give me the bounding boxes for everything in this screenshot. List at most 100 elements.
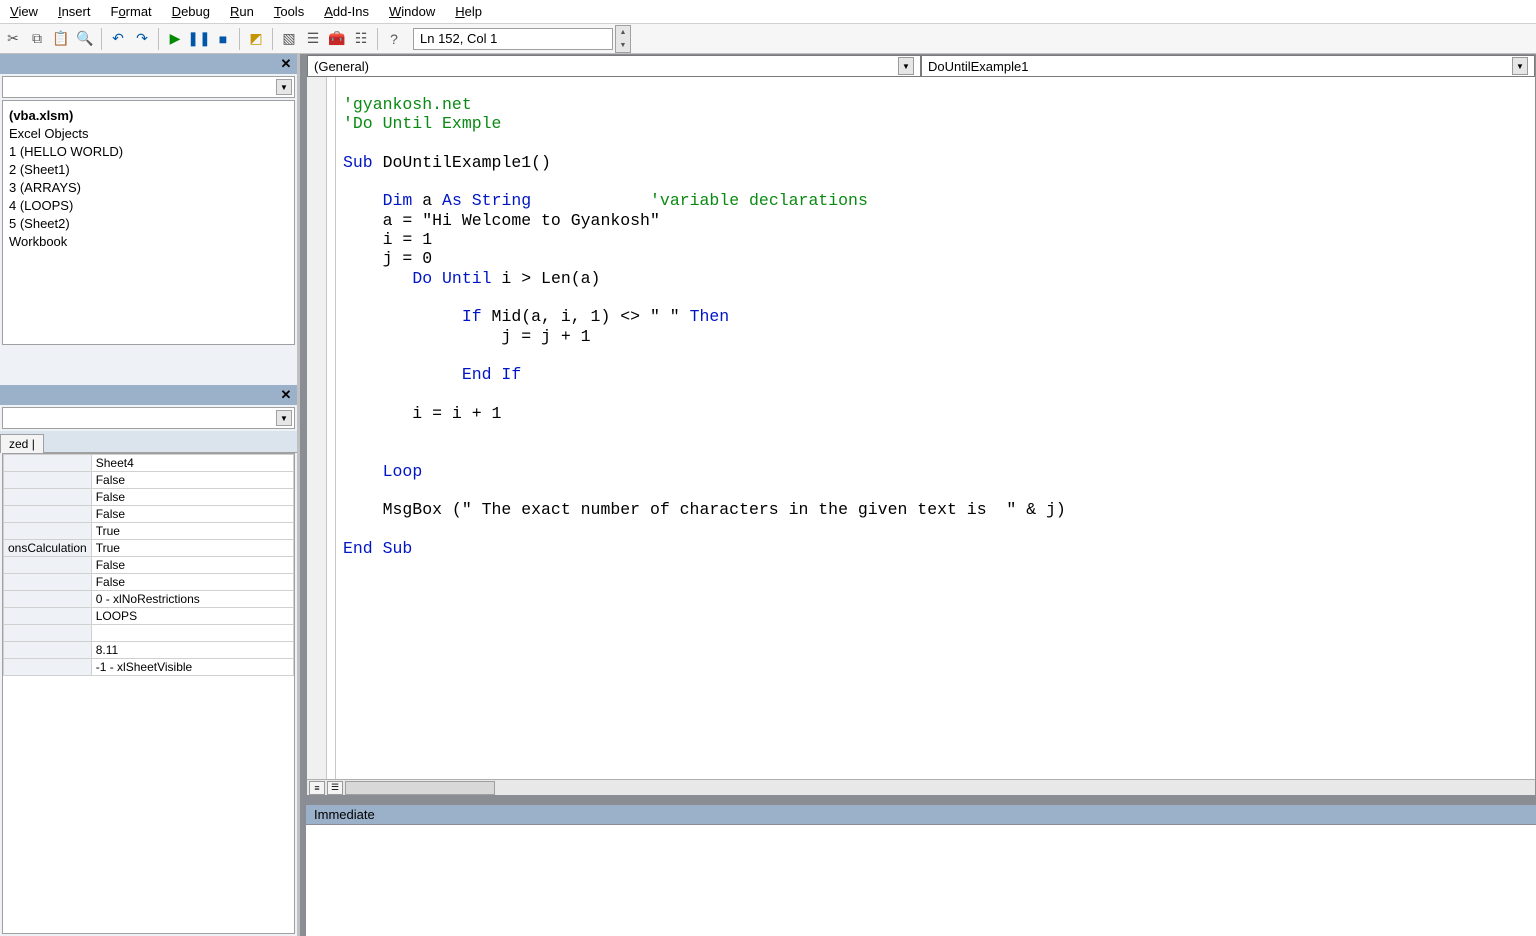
tree-item[interactable]: 1 (HELLO WORLD) (9, 143, 288, 161)
object-combo-value: (General) (314, 59, 369, 74)
procedure-combo[interactable]: DoUntilExample1 ▼ (921, 55, 1535, 77)
menu-window[interactable]: Window (379, 1, 445, 22)
project-toolbar[interactable]: ▼ (2, 76, 295, 98)
immediate-body[interactable] (306, 825, 1536, 936)
menu-addins[interactable]: Add-Ins (314, 1, 379, 22)
code-view-switch: ≡ ☰ (307, 779, 1535, 795)
property-value[interactable]: False (91, 489, 293, 506)
property-name (4, 608, 92, 625)
properties-panel-header: ✕ (0, 385, 297, 405)
chevron-down-icon[interactable]: ▼ (276, 410, 292, 426)
cursor-position: Ln 152, Col 1 (413, 28, 613, 50)
close-icon[interactable]: ✕ (277, 56, 295, 72)
spin-down-icon[interactable]: ▼ (616, 39, 630, 52)
copy-icon[interactable]: ⧉ (26, 28, 48, 50)
separator (101, 28, 102, 50)
position-spinner[interactable]: ▲ ▼ (615, 25, 631, 53)
property-value[interactable]: False (91, 472, 293, 489)
code-combo-bar: (General) ▼ DoUntilExample1 ▼ (307, 55, 1535, 77)
property-name (4, 574, 92, 591)
tree-item[interactable]: 4 (LOOPS) (9, 197, 288, 215)
design-mode-icon[interactable]: ◩ (245, 28, 267, 50)
menu-view[interactable]: View (0, 1, 48, 22)
menu-debug[interactable]: Debug (162, 1, 220, 22)
object-browser-icon[interactable]: ☷ (350, 28, 372, 50)
procedure-combo-value: DoUntilExample1 (928, 59, 1028, 74)
tree-item[interactable]: 5 (Sheet2) (9, 215, 288, 233)
properties-icon[interactable]: ☰ (302, 28, 324, 50)
project-panel-header: ✕ (0, 54, 297, 74)
code-editor[interactable]: 'gyankosh.net 'Do Until Exmple Sub DoUnt… (307, 77, 1535, 779)
property-value[interactable]: False (91, 574, 293, 591)
property-value[interactable]: True (91, 540, 293, 557)
property-value[interactable]: -1 - xlSheetVisible (91, 659, 293, 676)
property-name (4, 455, 92, 472)
property-name (4, 591, 92, 608)
splitter[interactable] (0, 345, 297, 385)
full-module-view-icon[interactable]: ☰ (327, 781, 343, 795)
property-name (4, 557, 92, 574)
chevron-down-icon[interactable]: ▼ (276, 79, 292, 95)
property-name (4, 489, 92, 506)
property-value[interactable]: Sheet4 (91, 455, 293, 472)
properties-object-dropdown[interactable]: ▼ (2, 407, 295, 429)
property-value[interactable]: False (91, 557, 293, 574)
spin-up-icon[interactable]: ▲ (616, 26, 630, 39)
tree-item[interactable]: Excel Objects (9, 125, 288, 143)
tree-item[interactable]: Workbook (9, 233, 288, 251)
immediate-title: Immediate (306, 805, 1536, 825)
pause-icon[interactable]: ❚❚ (188, 28, 210, 50)
property-value[interactable]: True (91, 523, 293, 540)
procedure-view-icon[interactable]: ≡ (309, 781, 325, 795)
procedure-separator (335, 77, 336, 779)
chevron-down-icon[interactable]: ▼ (898, 57, 914, 75)
property-name (4, 523, 92, 540)
menu-insert[interactable]: Insert (48, 1, 101, 22)
code-window: (General) ▼ DoUntilExample1 ▼ 'gyankosh.… (306, 54, 1536, 796)
property-name (4, 472, 92, 489)
menu-format[interactable]: Format (100, 1, 161, 22)
left-column: ✕ ▼ (vba.xlsm) Excel Objects 1 (HELLO WO… (0, 54, 300, 936)
property-name (4, 642, 92, 659)
toolbar: ✂ ⧉ 📋 🔍 ↶ ↷ ▶ ❚❚ ■ ◩ ▧ ☰ 🧰 ☷ ? Ln 152, C… (0, 24, 1536, 54)
toolbox-icon[interactable]: 🧰 (326, 28, 348, 50)
help-icon[interactable]: ? (383, 28, 405, 50)
paste-icon[interactable]: 📋 (50, 28, 72, 50)
find-icon[interactable]: 🔍 (74, 28, 96, 50)
close-icon[interactable]: ✕ (277, 387, 295, 403)
separator (239, 28, 240, 50)
menu-tools[interactable]: Tools (264, 1, 314, 22)
property-name (4, 659, 92, 676)
right-column: (General) ▼ DoUntilExample1 ▼ 'gyankosh.… (300, 54, 1536, 936)
undo-icon[interactable]: ↶ (107, 28, 129, 50)
redo-icon[interactable]: ↷ (131, 28, 153, 50)
property-name: onsCalculation (4, 540, 92, 557)
property-value[interactable]: False (91, 506, 293, 523)
property-value[interactable]: LOOPS (91, 608, 293, 625)
property-value[interactable]: 0 - xlNoRestrictions (91, 591, 293, 608)
project-tree[interactable]: (vba.xlsm) Excel Objects 1 (HELLO WORLD)… (2, 100, 295, 345)
properties-tabs: zed | (0, 431, 297, 453)
properties-grid[interactable]: Sheet4FalseFalseFalseTrueonsCalculationT… (2, 453, 295, 934)
cut-icon[interactable]: ✂ (2, 28, 24, 50)
menu-bar: View Insert Format Debug Run Tools Add-I… (0, 0, 1536, 24)
margin-gutter (307, 77, 327, 779)
separator (272, 28, 273, 50)
tree-item[interactable]: 2 (Sheet1) (9, 161, 288, 179)
property-value[interactable]: 8.11 (91, 642, 293, 659)
object-combo[interactable]: (General) ▼ (307, 55, 921, 77)
property-value[interactable] (91, 625, 293, 642)
code-text[interactable]: 'gyankosh.net 'Do Until Exmple Sub DoUnt… (343, 95, 1529, 773)
hscrollbar[interactable] (345, 781, 495, 795)
tree-item[interactable]: 3 (ARRAYS) (9, 179, 288, 197)
immediate-window[interactable]: Immediate (306, 802, 1536, 936)
separator (377, 28, 378, 50)
project-root[interactable]: (vba.xlsm) (9, 107, 288, 125)
menu-run[interactable]: Run (220, 1, 264, 22)
project-explorer-icon[interactable]: ▧ (278, 28, 300, 50)
menu-help[interactable]: Help (445, 1, 492, 22)
chevron-down-icon[interactable]: ▼ (1512, 57, 1528, 75)
tab-categorized[interactable]: zed | (0, 434, 44, 453)
stop-icon[interactable]: ■ (212, 28, 234, 50)
run-icon[interactable]: ▶ (164, 28, 186, 50)
